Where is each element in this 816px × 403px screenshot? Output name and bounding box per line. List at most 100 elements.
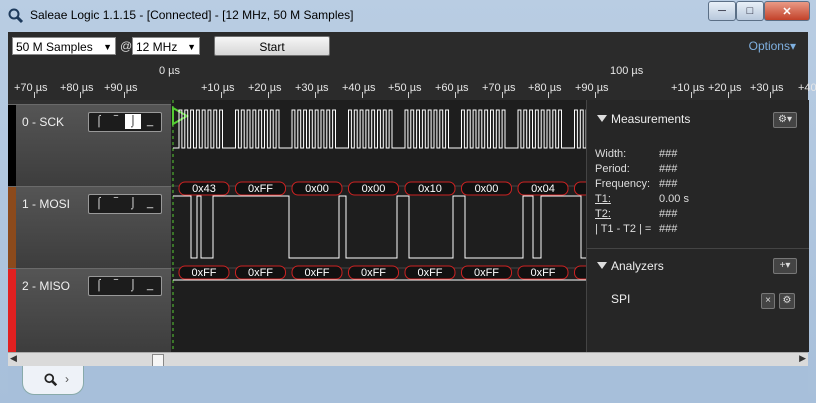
horizontal-scrollbar[interactable]: ◀ ▶ — [8, 352, 808, 367]
ruler-tick-mark — [34, 92, 35, 98]
waveform-view[interactable]: 0x430xFF0x000x000x100x000x040x0xFF0xFF0x… — [171, 100, 586, 352]
magnifier-app-icon — [8, 8, 24, 24]
low-level-trigger-icon[interactable]: _ — [142, 114, 158, 129]
ruler-tick-mark — [362, 92, 363, 98]
trigger-buttons-mosi: ⌠ ‾ ⌡ _ — [88, 194, 162, 214]
ruler-tick-label: +90 µs — [104, 82, 138, 94]
collapse-triangle-icon[interactable] — [597, 262, 607, 269]
maximize-button[interactable]: □ — [736, 1, 764, 21]
low-level-trigger-icon[interactable]: _ — [142, 278, 158, 293]
search-tab[interactable]: › — [22, 366, 84, 395]
ruler-tick-label: +40 µs — [798, 82, 816, 94]
measurement-value: 0.00 s — [659, 193, 689, 205]
gear-icon[interactable]: ⚙ — [779, 293, 795, 309]
options-menu[interactable]: Options▾ — [749, 39, 796, 53]
title-bar: Saleae Logic 1.1.15 - [Connected] - [12 … — [0, 0, 816, 32]
ruler-tick-label: +40 µs — [342, 82, 376, 94]
at-label: @ — [120, 39, 133, 53]
chevron-right-icon[interactable]: › — [65, 372, 69, 386]
rate-dropdown[interactable]: 12 MHz ▼ — [132, 37, 200, 55]
time-ruler: 0 µs 100 µs +70 µs +80 µs +90 µs +10 µs +20 … — [8, 62, 816, 100]
mosi-decoded-value: 0x00 — [362, 183, 386, 195]
mosi-decoded-value: 0x43 — [192, 183, 216, 195]
toolbar: 50 M Samples ▼ @ 12 MHz ▼ Start Options▾ — [8, 32, 808, 62]
miso-decoded-value: 0xFF — [304, 267, 329, 279]
rising-edge-trigger-icon[interactable]: ⌠ — [91, 114, 107, 129]
ruler-tick-mark — [268, 92, 269, 98]
ruler-tick-label: +60 µs — [435, 82, 469, 94]
ruler-tick-mark — [691, 92, 692, 98]
ruler-tick-label: +20 µs — [248, 82, 282, 94]
ruler-tick-mark — [770, 92, 771, 98]
ruler-tick-label: +10 µs — [201, 82, 235, 94]
mosi-decoded-value: 0xFF — [248, 183, 273, 195]
trigger-buttons-miso: ⌠ ‾ ⌡ _ — [88, 276, 162, 296]
channel-label: 1 - MOSI — [22, 197, 71, 211]
measurement-label: Frequency: — [595, 178, 651, 190]
trigger-buttons-sck: ⌠ ‾ ⌡ _ — [88, 112, 162, 132]
start-button[interactable]: Start — [214, 36, 330, 56]
falling-edge-trigger-icon[interactable]: ⌡ — [125, 114, 141, 129]
measurement-label: T2: — [595, 208, 611, 220]
mosi-waveform — [173, 195, 586, 259]
ruler-tick-mark — [408, 92, 409, 98]
high-level-trigger-icon[interactable]: ‾ — [108, 196, 124, 211]
main-area: 0 - SCK 1 - MOSI 2 - MISO ⌠ ‾ ⌡ _ ⌠ ‾ ⌡ … — [8, 100, 809, 352]
miso-decoded-value: 0xFF — [530, 267, 555, 279]
rising-edge-trigger-icon[interactable]: ⌠ — [91, 278, 107, 293]
high-level-trigger-icon[interactable]: ‾ — [108, 114, 124, 129]
bottom-tab-bar: › — [8, 366, 808, 396]
mosi-decoded-value: 0x00 — [475, 183, 499, 195]
rate-value: 12 MHz — [136, 40, 178, 54]
add-analyzer-icon[interactable]: +▾ — [773, 258, 797, 274]
miso-decoded-value: 0xFF — [417, 267, 442, 279]
samples-dropdown[interactable]: 50 M Samples ▼ — [12, 37, 116, 55]
low-level-trigger-icon[interactable]: _ — [142, 196, 158, 211]
measurement-value: ### — [659, 148, 678, 160]
measurements-title: Measurements — [611, 112, 691, 126]
channel-label: 2 - MISO — [22, 279, 71, 293]
ruler-tick-mark — [728, 92, 729, 98]
ruler-tick-mark — [221, 92, 222, 98]
analyzers-title: Analyzers — [611, 259, 664, 273]
measurement-value: ### — [659, 223, 678, 235]
app-window: Saleae Logic 1.1.15 - [Connected] - [12 … — [0, 0, 816, 403]
search-icon — [44, 373, 58, 387]
ruler-tick-mark — [595, 92, 596, 98]
ruler-tick-label: +90 µs — [575, 82, 609, 94]
collapse-triangle-icon[interactable] — [597, 115, 607, 122]
analyzer-spi[interactable]: SPI — [611, 292, 630, 306]
measurement-label: | T1 - T2 | = — [595, 223, 652, 235]
falling-edge-trigger-icon[interactable]: ⌡ — [125, 196, 141, 211]
side-panel: Measurements ⚙▾ Width: ### Period: ### Frequ… — [586, 100, 809, 352]
ruler-zero-label: 0 µs — [159, 65, 181, 77]
ruler-tick-mark — [455, 92, 456, 98]
chevron-down-icon: ▼ — [103, 42, 112, 52]
measurement-value: ### — [659, 178, 678, 190]
ruler-tick-mark — [80, 92, 81, 98]
falling-edge-trigger-icon[interactable]: ⌡ — [125, 278, 141, 293]
ruler-tick-label: +80 µs — [528, 82, 562, 94]
channel-color-bar — [8, 105, 16, 186]
close-icon[interactable]: × — [761, 293, 775, 309]
miso-decoded-value: 0xFF — [248, 267, 273, 279]
window-title: Saleae Logic 1.1.15 - [Connected] - [12 … — [30, 8, 354, 22]
ruler-tick-label: +10 µs — [671, 82, 705, 94]
ruler-tick-mark — [315, 92, 316, 98]
measurement-label: T1: — [595, 193, 611, 205]
mosi-decoded-value: 0x00 — [305, 183, 329, 195]
high-level-trigger-icon[interactable]: ‾ — [108, 278, 124, 293]
divider — [587, 248, 809, 249]
rising-edge-trigger-icon[interactable]: ⌠ — [91, 196, 107, 211]
minimize-button[interactable]: ─ — [708, 1, 736, 21]
gear-icon[interactable]: ⚙▾ — [773, 112, 797, 128]
mosi-decoded-bubble — [574, 181, 586, 196]
channel-color-bar — [8, 187, 16, 268]
mosi-decoded-value: 0x04 — [531, 183, 555, 195]
scroll-left-icon[interactable]: ◀ — [10, 353, 17, 364]
scroll-right-icon[interactable]: ▶ — [799, 353, 806, 364]
mosi-decoded-value: 0x10 — [418, 183, 442, 195]
close-button[interactable]: ✕ — [764, 1, 810, 21]
sck-waveform — [173, 109, 586, 149]
measurement-label: Width: — [595, 148, 627, 160]
